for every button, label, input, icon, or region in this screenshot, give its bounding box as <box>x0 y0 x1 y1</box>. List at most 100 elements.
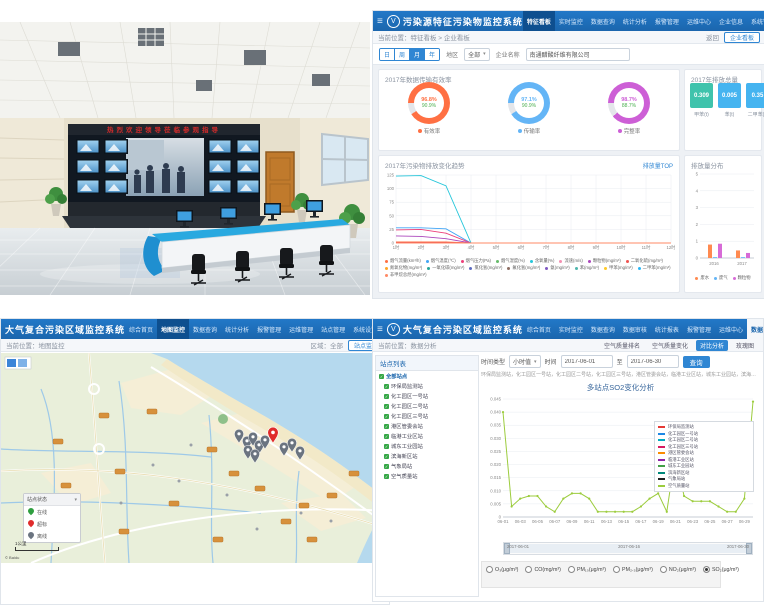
radio-icon[interactable] <box>568 566 575 573</box>
tab-0[interactable]: 空气质量排名 <box>600 340 644 351</box>
segment-周[interactable]: 周 <box>395 49 410 60</box>
nav-item-1[interactable]: 实时监控 <box>555 11 587 31</box>
nav-item-4[interactable]: 报警管理 <box>253 319 285 339</box>
checkbox-checked-icon[interactable]: ✓ <box>384 464 389 469</box>
tree-station-5[interactable]: ✓临港工业区站 <box>376 431 478 441</box>
legend-item-14[interactable]: 甲苯(mg/m³) <box>604 265 633 271</box>
tree-station-8[interactable]: ✓气象局站 <box>376 461 478 471</box>
nav-item-1[interactable]: 实时监控 <box>555 319 587 339</box>
map-viewport[interactable]: 站点状态 ▾ 在线超标离线 1公里 © Baidu <box>1 353 389 563</box>
legend-item-4[interactable]: 含氧量(%) <box>530 258 555 264</box>
date-range-slider[interactable]: 2017-06-01 2017-06-16 2017-06-30 <box>503 542 753 555</box>
legend-item-3[interactable]: 烟气湿度(%) <box>496 258 525 264</box>
nav-item-3[interactable]: 统计分析 <box>221 319 253 339</box>
radio-icon[interactable] <box>703 566 710 573</box>
tr-back-link[interactable]: 返回 <box>706 32 719 42</box>
pollutant-radio-5[interactable]: SO₂(μg/m³) <box>703 566 739 573</box>
nav-item-6[interactable]: 运维中心 <box>715 319 747 339</box>
legend-item-2[interactable]: 烟气压力(Pa) <box>461 258 491 264</box>
pollutant-radio-4[interactable]: NO₂(μg/m³) <box>660 566 696 573</box>
time-type-select[interactable]: 小时值 ▾ <box>509 355 541 368</box>
tr-active-page-tab[interactable]: 企业看板 <box>724 32 760 43</box>
nav-item-4[interactable]: 统计报表 <box>651 319 683 339</box>
radio-icon[interactable] <box>613 566 620 573</box>
bar-legend-item-1[interactable]: 废气 <box>714 275 728 281</box>
nav-item-7[interactable]: 数据分析 <box>747 319 764 339</box>
map-legend-header[interactable]: 站点状态 ▾ <box>24 494 80 506</box>
tab-2[interactable]: 对比分析 <box>696 340 728 351</box>
legend-item-6[interactable]: 颗粒物(mg/m³) <box>588 258 621 264</box>
tree-station-6[interactable]: ✓城东工业园站 <box>376 441 478 451</box>
radio-icon[interactable] <box>486 566 493 573</box>
nav-item-5[interactable]: 运维中心 <box>683 11 715 31</box>
nav-item-2[interactable]: 数据查询 <box>587 11 619 31</box>
segment-月[interactable]: 月 <box>410 49 425 60</box>
tree-root[interactable]: ✓全部站点 <box>376 371 478 381</box>
nav-item-0[interactable]: 综合首页 <box>523 319 555 339</box>
top-link[interactable]: 排放量TOP <box>643 161 673 170</box>
segment-日[interactable]: 日 <box>380 49 395 60</box>
tab-1[interactable]: 空气质量变化 <box>648 340 692 351</box>
checkbox-checked-icon[interactable]: ✓ <box>384 404 389 409</box>
map-legend-item-1[interactable]: 超标 <box>24 518 80 530</box>
so2-legend-item-9[interactable]: 空气质量站 <box>658 483 750 490</box>
legend-item-7[interactable]: 二氧化硫(mg/m³) <box>626 258 663 264</box>
legend-item-11[interactable]: 氟化氢(mg/m³) <box>507 265 540 271</box>
tree-station-7[interactable]: ✓滨海新区站 <box>376 451 478 461</box>
nav-item-6[interactable]: 站点管理 <box>317 319 349 339</box>
legend-item-1[interactable]: 烟气温度(℃) <box>426 258 456 264</box>
checkbox-checked-icon[interactable]: ✓ <box>384 454 389 459</box>
nav-item-4[interactable]: 报警管理 <box>651 11 683 31</box>
legend-item-5[interactable]: 流速(m/s) <box>559 258 582 264</box>
map-legend-item-0[interactable]: 在线 <box>24 506 80 518</box>
tree-station-1[interactable]: ✓化工园区一号站 <box>376 391 478 401</box>
hamburger-icon[interactable]: ≡ <box>373 324 387 335</box>
legend-item-0[interactable]: 烟气流量(km³/h) <box>385 258 421 264</box>
nav-item-7[interactable]: 系统管理 <box>747 11 764 31</box>
region-select[interactable]: 全部 ▾ <box>464 48 490 61</box>
nav-item-3[interactable]: 统计分析 <box>619 11 651 31</box>
nav-item-5[interactable]: 报警管理 <box>683 319 715 339</box>
checkbox-checked-icon[interactable]: ✓ <box>384 424 389 429</box>
legend-item-10[interactable]: 氯化氢(mg/m³) <box>469 265 502 271</box>
legend-item-8[interactable]: 氮氧化物(mg/m³) <box>385 265 422 271</box>
bar-legend-item-0[interactable]: 废水 <box>695 275 709 281</box>
pollutant-radio-0[interactable]: O₃(μg/m³) <box>486 566 518 573</box>
nav-item-6[interactable]: 企业信息 <box>715 11 747 31</box>
nav-item-2[interactable]: 数据查询 <box>587 319 619 339</box>
checkbox-checked-icon[interactable]: ✓ <box>384 434 389 439</box>
bar-legend-item-2[interactable]: 颗粒物 <box>733 275 751 281</box>
checkbox-checked-icon[interactable]: ✓ <box>384 444 389 449</box>
company-input[interactable] <box>526 48 630 61</box>
pollutant-radio-3[interactable]: PM₂.₅(μg/m³) <box>613 566 653 573</box>
nav-item-5[interactable]: 运维管理 <box>285 319 317 339</box>
legend-item-16[interactable]: 非甲烷总烃(mg/m³) <box>385 272 427 278</box>
legend-item-12[interactable]: 氨(mg/m³) <box>545 265 569 271</box>
checkbox-checked-icon[interactable]: ✓ <box>384 384 389 389</box>
nav-item-0[interactable]: 综合首页 <box>125 319 157 339</box>
tree-station-2[interactable]: ✓化工园区二号站 <box>376 401 478 411</box>
checkbox-checked-icon[interactable]: ✓ <box>384 414 389 419</box>
date-to-input[interactable] <box>627 355 679 368</box>
checkbox-checked-icon[interactable]: ✓ <box>379 374 384 379</box>
tree-station-9[interactable]: ✓空气质量站 <box>376 471 478 481</box>
tab-3[interactable]: 玫瑰图 <box>732 340 758 351</box>
tree-station-0[interactable]: ✓环保局监测站 <box>376 381 478 391</box>
query-button[interactable]: 查询 <box>683 356 710 368</box>
segment-年[interactable]: 年 <box>425 49 439 60</box>
date-from-input[interactable] <box>561 355 613 368</box>
legend-item-15[interactable]: 二甲苯(mg/m³) <box>638 265 671 271</box>
nav-item-2[interactable]: 数据查询 <box>189 319 221 339</box>
legend-item-9[interactable]: 一氧化碳(mg/m³) <box>427 265 464 271</box>
legend-item-13[interactable]: 苯(mg/m³) <box>575 265 599 271</box>
tree-station-4[interactable]: ✓港区管委会站 <box>376 421 478 431</box>
checkbox-checked-icon[interactable]: ✓ <box>384 474 389 479</box>
checkbox-checked-icon[interactable]: ✓ <box>384 394 389 399</box>
nav-item-3[interactable]: 数据审核 <box>619 319 651 339</box>
tree-station-3[interactable]: ✓化工园区三号站 <box>376 411 478 421</box>
pollutant-radio-1[interactable]: CO(mg/m³) <box>525 566 560 573</box>
hamburger-icon[interactable]: ≡ <box>373 16 387 27</box>
radio-icon[interactable] <box>660 566 667 573</box>
radio-icon[interactable] <box>525 566 532 573</box>
nav-item-0[interactable]: 特征看板 <box>523 11 555 31</box>
